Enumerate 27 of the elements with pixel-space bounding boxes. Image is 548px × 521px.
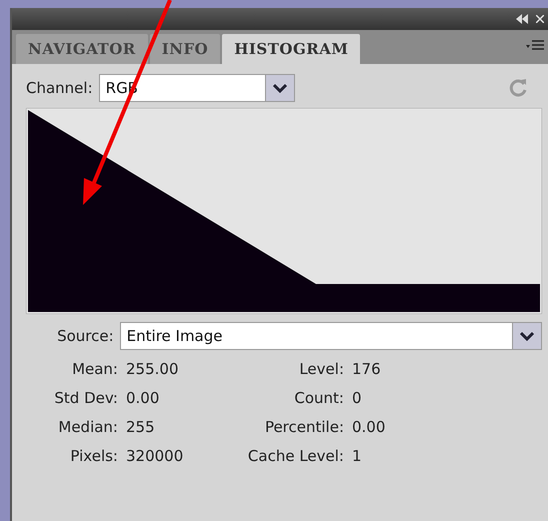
close-icon[interactable] bbox=[536, 15, 544, 23]
collapse-icon[interactable] bbox=[516, 14, 528, 24]
stat-label: Cache Level: bbox=[246, 447, 344, 465]
stat-value: 176 bbox=[352, 360, 382, 378]
stat-label: Median: bbox=[57, 418, 118, 436]
stat-label: Level: bbox=[298, 360, 344, 378]
stat-value: 320000 bbox=[126, 447, 184, 465]
source-dropdown[interactable]: Entire Image bbox=[120, 322, 542, 350]
stat-value: 0.00 bbox=[352, 418, 386, 436]
chevron-down-icon bbox=[272, 83, 287, 93]
panel-tab[interactable]: INFO bbox=[150, 34, 220, 64]
stat-label: Percentile: bbox=[264, 418, 344, 436]
stat-value: 255 bbox=[126, 418, 156, 436]
stat-label: Pixels: bbox=[69, 447, 118, 465]
chevron-down-icon bbox=[520, 331, 534, 341]
stat-label: Std Dev: bbox=[53, 389, 118, 407]
stat-value: 1 bbox=[352, 447, 363, 465]
stat-value: 0 bbox=[352, 389, 363, 407]
panel-tab[interactable]: HISTOGRAM bbox=[222, 34, 360, 64]
panel-tab[interactable]: NAVIGATOR bbox=[16, 34, 148, 64]
stat-value: 255.00 bbox=[126, 360, 180, 378]
stat-label: Count: bbox=[293, 389, 344, 407]
source-label: Source: bbox=[56, 327, 114, 345]
stat-label: Mean: bbox=[71, 360, 118, 378]
channel-label: Channel: bbox=[26, 79, 93, 97]
menu-icon[interactable] bbox=[526, 40, 544, 52]
stat-value: 0.00 bbox=[126, 389, 160, 407]
